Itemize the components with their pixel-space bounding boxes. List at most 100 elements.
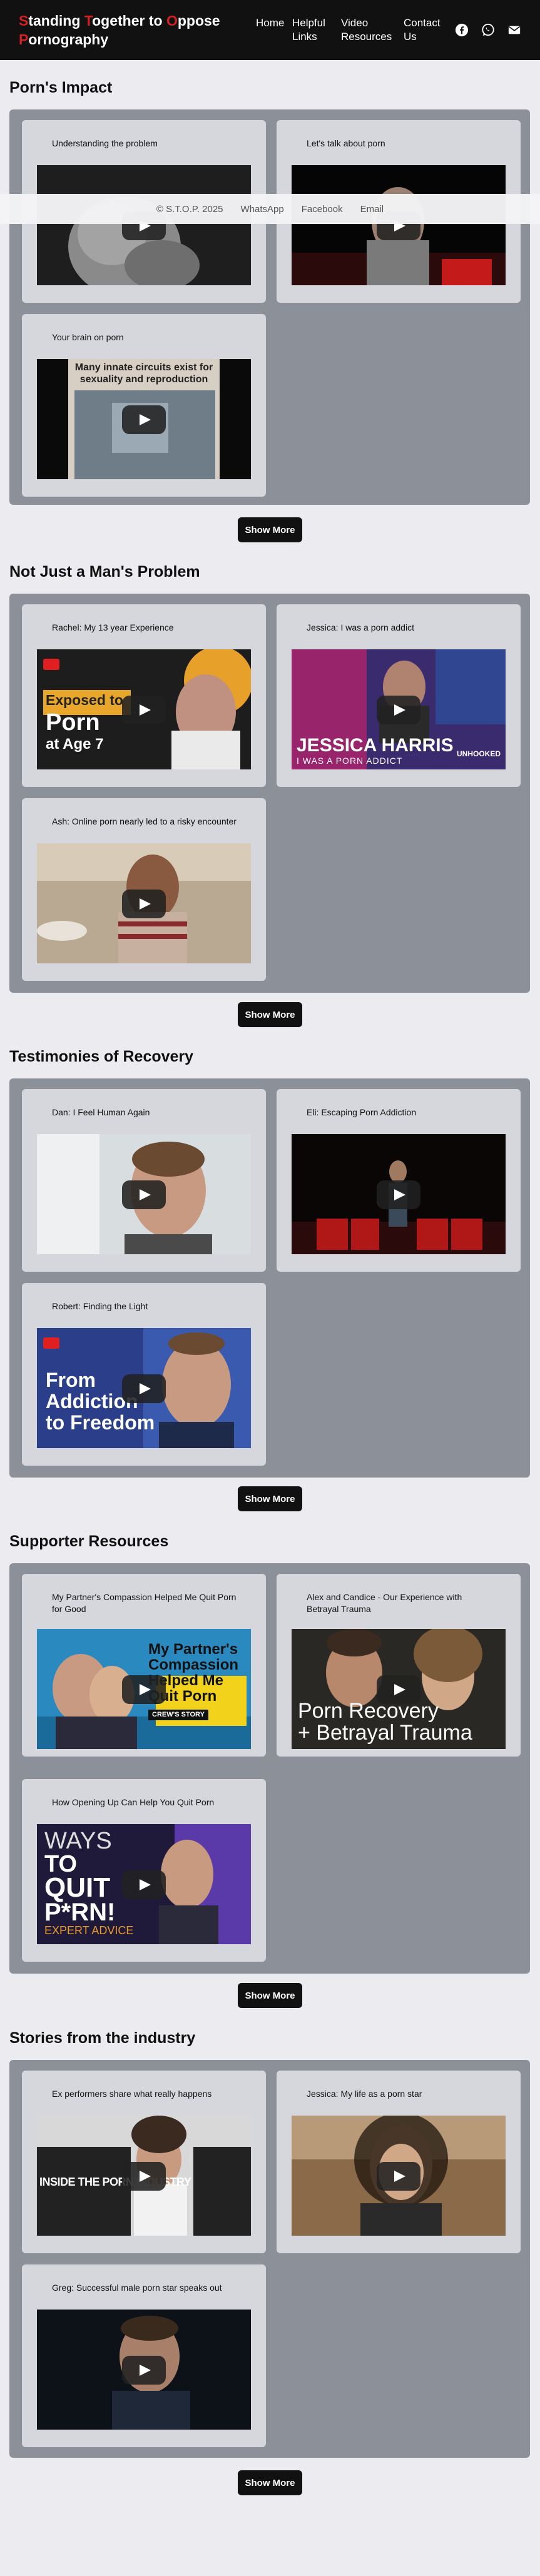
- video-thumbnail[interactable]: My Partner's Compassion Helped Me Quit P…: [37, 1629, 251, 1749]
- nav-helpful-links[interactable]: Helpful Links: [292, 16, 341, 44]
- overlay-line: at Age 7: [46, 736, 104, 753]
- play-icon[interactable]: [377, 1675, 420, 1704]
- overlay-line: WAYS: [44, 1828, 112, 1854]
- footer-link-facebook[interactable]: Facebook: [302, 204, 343, 215]
- video-panel: Rachel: My 13 year Experience Exposed to…: [9, 594, 530, 993]
- video-panel: Understanding the problem Let's talk abo…: [9, 109, 530, 505]
- nav-contact-us[interactable]: Contact Us: [404, 16, 447, 44]
- show-more-button[interactable]: Show More: [238, 517, 302, 542]
- show-more-button[interactable]: Show More: [238, 1983, 302, 2008]
- video-title: Your brain on porn: [52, 332, 124, 342]
- brand-word: ornography: [28, 31, 109, 48]
- main-nav: Home Helpful Links Video Resources Conta…: [256, 16, 447, 44]
- video-panel: Ex performers share what really happens …: [9, 2060, 530, 2458]
- video-title: How Opening Up Can Help You Quit Porn: [52, 1797, 215, 1807]
- video-thumbnail[interactable]: [37, 2310, 251, 2430]
- nav-home[interactable]: Home: [256, 16, 292, 44]
- video-thumbnail[interactable]: [292, 165, 506, 285]
- site-brand[interactable]: Standing Together to Oppose Pornography: [19, 11, 237, 49]
- brand-initial: T: [84, 13, 93, 29]
- play-icon[interactable]: [377, 1180, 420, 1209]
- play-icon[interactable]: [377, 2162, 420, 2191]
- overlay-line: My Partner's: [148, 1641, 238, 1658]
- video-panel: Dan: I Feel Human Again Eli: Escaping Po…: [9, 1078, 530, 1478]
- social-links: [455, 23, 521, 37]
- video-thumbnail[interactable]: [37, 165, 251, 285]
- nav-video-resources[interactable]: Video Resources: [341, 16, 404, 44]
- section-title-stories-from-the-industry: Stories from the industry: [9, 2029, 196, 2047]
- brand-word: ppose: [177, 13, 220, 29]
- video-title: Jessica: My life as a porn star: [307, 2089, 422, 2099]
- facebook-icon[interactable]: [455, 23, 469, 37]
- email-icon[interactable]: [507, 23, 521, 37]
- video-thumbnail[interactable]: [37, 1134, 251, 1254]
- video-thumbnail[interactable]: Exposed to Porn at Age 7: [37, 649, 251, 769]
- brand-word: tanding: [28, 13, 84, 29]
- play-icon[interactable]: [122, 696, 166, 724]
- play-icon[interactable]: [122, 890, 166, 918]
- video-title: Understanding the problem: [52, 138, 158, 148]
- video-thumbnail[interactable]: [292, 2116, 506, 2236]
- video-thumbnail[interactable]: INSIDE THE PORN INDUSTRY: [37, 2116, 251, 2236]
- video-card: Ash: Online porn nearly led to a risky e…: [22, 798, 266, 981]
- show-more-button[interactable]: Show More: [238, 2470, 302, 2495]
- overlay-line: Compassion: [148, 1656, 239, 1673]
- brand-initial: P: [19, 31, 29, 48]
- section-title-porns-impact: Porn's Impact: [9, 79, 113, 96]
- footer-link-email[interactable]: Email: [360, 204, 384, 215]
- video-overlay-text: Exposed to Porn at Age 7: [46, 691, 123, 753]
- video-title: Ash: Online porn nearly led to a risky e…: [52, 816, 237, 826]
- whatsapp-icon[interactable]: [481, 23, 495, 37]
- overlay-line: P*RN!: [44, 1899, 116, 1926]
- video-overlay-text: Many innate circuits exist for sexuality…: [74, 362, 213, 385]
- overlay-line: Porn: [46, 709, 100, 736]
- video-overlay-text: INSIDE THE PORN INDUSTRY: [39, 2176, 191, 2188]
- brand-initial: S: [19, 13, 29, 29]
- overlay-badge: CREW'S STORY: [148, 1710, 208, 1720]
- overlay-line: I WAS A PORN ADDICT: [297, 756, 403, 766]
- video-overlay-text: WAYS TO QUIT P*RN! EXPERT ADVICE: [44, 1829, 133, 1937]
- video-title: Ex performers share what really happens: [52, 2089, 212, 2099]
- video-thumbnail[interactable]: [37, 843, 251, 963]
- play-icon[interactable]: [377, 696, 420, 724]
- video-title: Rachel: My 13 year Experience: [52, 622, 174, 632]
- video-card: Jessica: I was a porn addict JESSICA HAR…: [277, 604, 521, 787]
- play-icon[interactable]: [122, 1675, 166, 1704]
- video-card: Jessica: My life as a porn star: [277, 2071, 521, 2253]
- overlay-line: to Freedom: [46, 1411, 155, 1434]
- video-thumbnail[interactable]: JESSICA HARRIS I WAS A PORN ADDICT UNHOO…: [292, 649, 506, 769]
- video-thumbnail[interactable]: From Addiction to Freedom: [37, 1328, 251, 1448]
- show-more-button[interactable]: Show More: [238, 1486, 302, 1511]
- video-title: Alex and Candice - Our Experience with B…: [307, 1592, 462, 1614]
- play-icon[interactable]: [122, 1374, 166, 1403]
- video-overlay-text: JESSICA HARRIS I WAS A PORN ADDICT: [297, 736, 454, 766]
- video-card: My Partner's Compassion Helped Me Quit P…: [22, 1574, 266, 1757]
- video-card: Greg: Successful male porn star speaks o…: [22, 2264, 266, 2447]
- video-thumbnail[interactable]: Porn Recovery + Betrayal Trauma: [292, 1629, 506, 1749]
- video-card: How Opening Up Can Help You Quit Porn WA…: [22, 1779, 266, 1962]
- video-card: Eli: Escaping Porn Addiction: [277, 1089, 521, 1272]
- overlay-line: + Betrayal Trauma: [298, 1721, 472, 1745]
- video-title: My Partner's Compassion Helped Me Quit P…: [52, 1592, 237, 1614]
- overlay-line: JESSICA HARRIS: [297, 735, 454, 756]
- play-icon[interactable]: [122, 2162, 166, 2191]
- play-icon[interactable]: [122, 1870, 166, 1899]
- video-title: Eli: Escaping Porn Addiction: [307, 1107, 417, 1117]
- video-card: Your brain on porn Many innate circuits …: [22, 314, 266, 497]
- overlay-line: Exposed to: [46, 692, 123, 708]
- footer-link-whatsapp[interactable]: WhatsApp: [241, 204, 284, 215]
- video-thumbnail[interactable]: WAYS TO QUIT P*RN! EXPERT ADVICE: [37, 1824, 251, 1944]
- section-title-testimonies-of-recovery: Testimonies of Recovery: [9, 1048, 194, 1065]
- play-icon[interactable]: [122, 2356, 166, 2385]
- video-thumbnail[interactable]: Many innate circuits exist for sexuality…: [37, 359, 251, 479]
- site-header: Standing Together to Oppose Pornography …: [0, 0, 540, 60]
- brand-word: ogether to: [92, 13, 166, 29]
- video-title: Robert: Finding the Light: [52, 1301, 148, 1311]
- video-panel: My Partner's Compassion Helped Me Quit P…: [9, 1563, 530, 1974]
- play-icon[interactable]: [122, 405, 166, 434]
- video-thumbnail[interactable]: [292, 1134, 506, 1254]
- play-icon[interactable]: [122, 1180, 166, 1209]
- video-title: Let's talk about porn: [307, 138, 385, 148]
- overlay-line: EXPERT ADVICE: [44, 1924, 134, 1937]
- show-more-button[interactable]: Show More: [238, 1002, 302, 1027]
